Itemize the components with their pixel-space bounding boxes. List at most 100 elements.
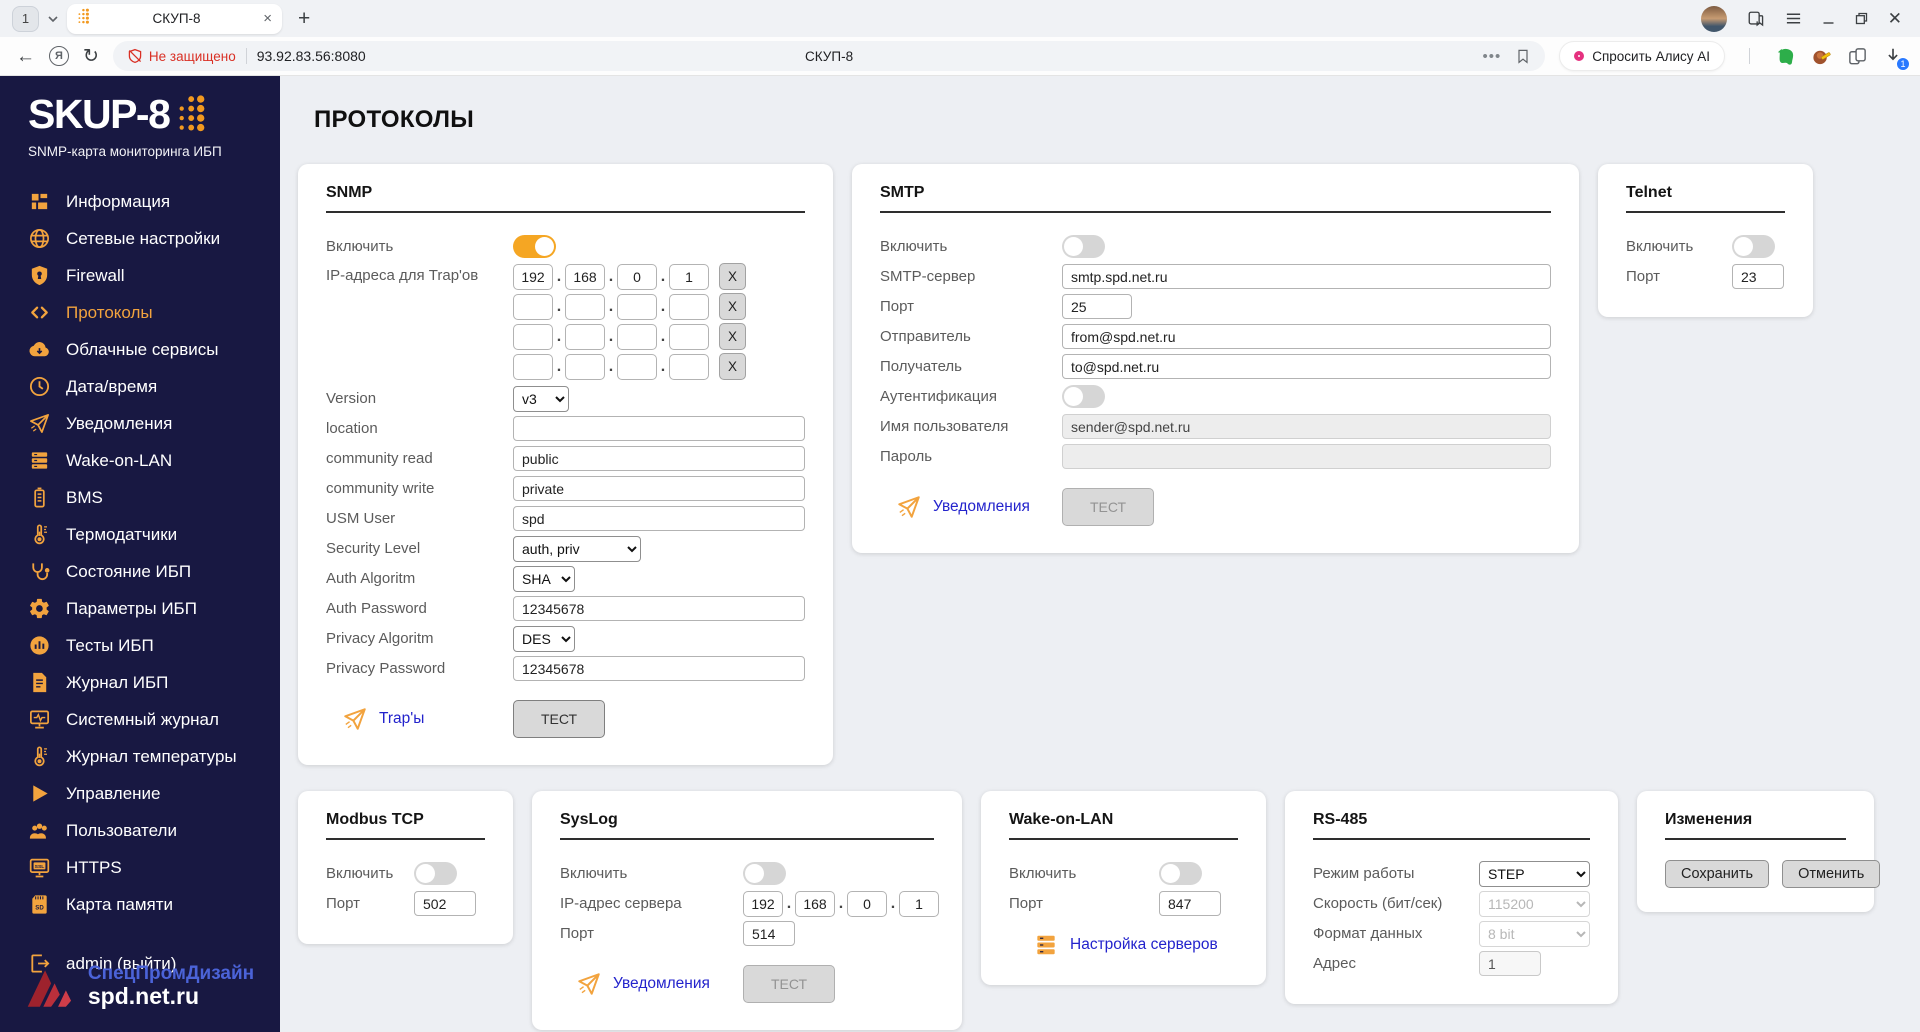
snmp-trap-ip-octet[interactable] [617,263,657,290]
browser-menu-icon[interactable] [1785,10,1802,27]
smtp-enable-toggle[interactable] [1062,235,1105,258]
snmp-community-read-input[interactable] [513,446,805,471]
snmp-trap-ip-octet[interactable] [669,293,709,320]
telnet-port-input[interactable] [1732,264,1784,289]
sidebar-item-cloud[interactable]: Облачные сервисы [0,331,280,368]
syslog-notifications-link[interactable]: Уведомления [613,975,710,993]
evernote-extension-icon[interactable] [1774,45,1796,67]
snmp-trap-ip-octet[interactable] [513,323,553,350]
sidebar-item-system-log[interactable]: Системный журнал [0,701,280,738]
smtp-recipient-input[interactable] [1062,354,1551,379]
active-tab[interactable]: СКУП-8 × [67,3,282,34]
yandex-search-icon[interactable]: Я [49,46,69,66]
downloads-icon[interactable]: 1 [1882,45,1910,71]
sidebar-item-temp-log[interactable]: Журнал температуры [0,738,280,775]
snmp-trap-ip-octet[interactable] [669,323,709,350]
back-icon[interactable]: ← [16,47,35,66]
smtp-sender-input[interactable] [1062,324,1551,349]
snmp-trap-ip-remove-button[interactable]: X [719,263,746,290]
snmp-location-input[interactable] [513,416,805,441]
snmp-trap-ip-octet[interactable] [617,353,657,380]
sidebar-item-network[interactable]: Сетевые настройки [0,220,280,257]
window-close-button[interactable]: ✕ [1888,9,1902,29]
tab-group-chip[interactable]: 1 [12,5,39,32]
wol-servers-link[interactable]: Настройка серверов [1070,936,1218,954]
smtp-notifications-link[interactable]: Уведомления [933,498,1030,516]
syslog-ip-octet[interactable] [743,890,783,917]
sidebar-item-users[interactable]: Пользователи [0,812,280,849]
sidebar-item-bms[interactable]: BMS [0,479,280,516]
rs485-address-input[interactable] [1479,951,1541,976]
snmp-trap-ip-octet[interactable] [513,353,553,380]
sidebar-item-memory-card[interactable]: SD Карта памяти [0,886,280,923]
sidebar-item-https[interactable]: SSL HTTPS [0,849,280,886]
rs485-mode-select[interactable]: STEP [1479,860,1590,887]
tab-close-icon[interactable]: × [263,11,272,26]
snmp-trap-ip-octet[interactable] [617,293,657,320]
snmp-trap-ip-octet[interactable] [513,293,553,320]
more-actions-icon[interactable]: ••• [1482,48,1501,65]
ask-alice-button[interactable]: Спросить Алису AI [1559,41,1725,71]
snmp-auth-algorithm-select[interactable]: SHA [513,565,575,592]
tab-group-chevron-icon[interactable] [47,13,59,25]
pages-extension-icon[interactable] [1846,45,1868,67]
sidebar-item-wake-on-lan[interactable]: Wake-on-LAN [0,442,280,479]
smtp-password-input[interactable] [1062,444,1551,469]
editor-extension-icon[interactable] [1810,45,1832,67]
smtp-port-input[interactable] [1062,294,1132,319]
modbus-enable-toggle[interactable] [414,862,457,885]
smtp-auth-toggle[interactable] [1062,385,1105,408]
snmp-community-write-input[interactable] [513,476,805,501]
smtp-test-button[interactable]: ТЕСТ [1062,488,1155,526]
rs485-format-select[interactable]: 8 bit [1479,920,1590,947]
rs485-speed-select[interactable]: 115200 [1479,890,1590,917]
sidebar-item-ups-tests[interactable]: Тесты ИБП [0,627,280,664]
snmp-trap-ip-octet[interactable] [565,263,605,290]
modbus-port-input[interactable] [414,891,476,916]
snmp-trap-ip-remove-button[interactable]: X [719,353,746,380]
snmp-trap-ip-remove-button[interactable]: X [719,323,746,350]
snmp-trap-ip-remove-button[interactable]: X [719,293,746,320]
sidebar-item-ups-params[interactable]: Параметры ИБП [0,590,280,627]
snmp-trap-ip-octet[interactable] [513,263,553,290]
sidebar-item-datetime[interactable]: Дата/время [0,368,280,405]
sidebar-footer[interactable]: СпецПромДизайн spd.net.ru [0,962,280,1010]
cancel-button[interactable]: Отменить [1782,860,1881,888]
snmp-privacy-algorithm-select[interactable]: DES [513,625,575,652]
sidebar-item-ups-log[interactable]: Журнал ИБП [0,664,280,701]
new-tab-button[interactable]: + [290,7,318,31]
telnet-enable-toggle[interactable] [1732,235,1775,258]
snmp-version-select[interactable]: v3 [513,385,569,412]
sidebar-item-thermosensors[interactable]: Термодатчики [0,516,280,553]
wol-enable-toggle[interactable] [1159,862,1202,885]
snmp-traps-link[interactable]: Trap'ы [379,710,424,728]
sidebar-item-notifications[interactable]: Уведомления [0,405,280,442]
snmp-trap-ip-octet[interactable] [669,353,709,380]
window-restore-button[interactable] [1855,12,1868,25]
snmp-trap-ip-octet[interactable] [617,323,657,350]
sidebar-item-protocols[interactable]: Протоколы [0,294,280,331]
smtp-server-input[interactable] [1062,264,1551,289]
save-button[interactable]: Сохранить [1665,860,1770,888]
syslog-ip-octet[interactable] [899,890,939,917]
sidebar-item-info[interactable]: Информация [0,183,280,220]
snmp-trap-ip-octet[interactable] [669,263,709,290]
snmp-enable-toggle[interactable] [513,235,556,258]
refresh-icon[interactable]: ↻ [83,47,99,66]
syslog-ip-octet[interactable] [795,890,835,917]
snmp-trap-ip-octet[interactable] [565,323,605,350]
sidebar-item-firewall[interactable]: Firewall [0,257,280,294]
snmp-usm-user-input[interactable] [513,506,805,531]
window-minimize-button[interactable] [1822,12,1835,25]
snmp-privacy-password-input[interactable] [513,656,805,681]
snmp-trap-ip-octet[interactable] [565,293,605,320]
address-bar[interactable]: Не защищено 93.92.83.56:8080 СКУП-8 ••• [112,41,1546,71]
syslog-test-button[interactable]: ТЕСТ [743,965,836,1003]
wol-port-input[interactable] [1159,891,1221,916]
bookmarks-panel-icon[interactable] [1747,10,1765,28]
bookmark-flag-icon[interactable] [1515,48,1531,64]
sidebar-item-ups-status[interactable]: Состояние ИБП [0,553,280,590]
sidebar-item-control[interactable]: Управление [0,775,280,812]
security-status[interactable]: Не защищено [127,48,236,64]
syslog-enable-toggle[interactable] [743,862,786,885]
